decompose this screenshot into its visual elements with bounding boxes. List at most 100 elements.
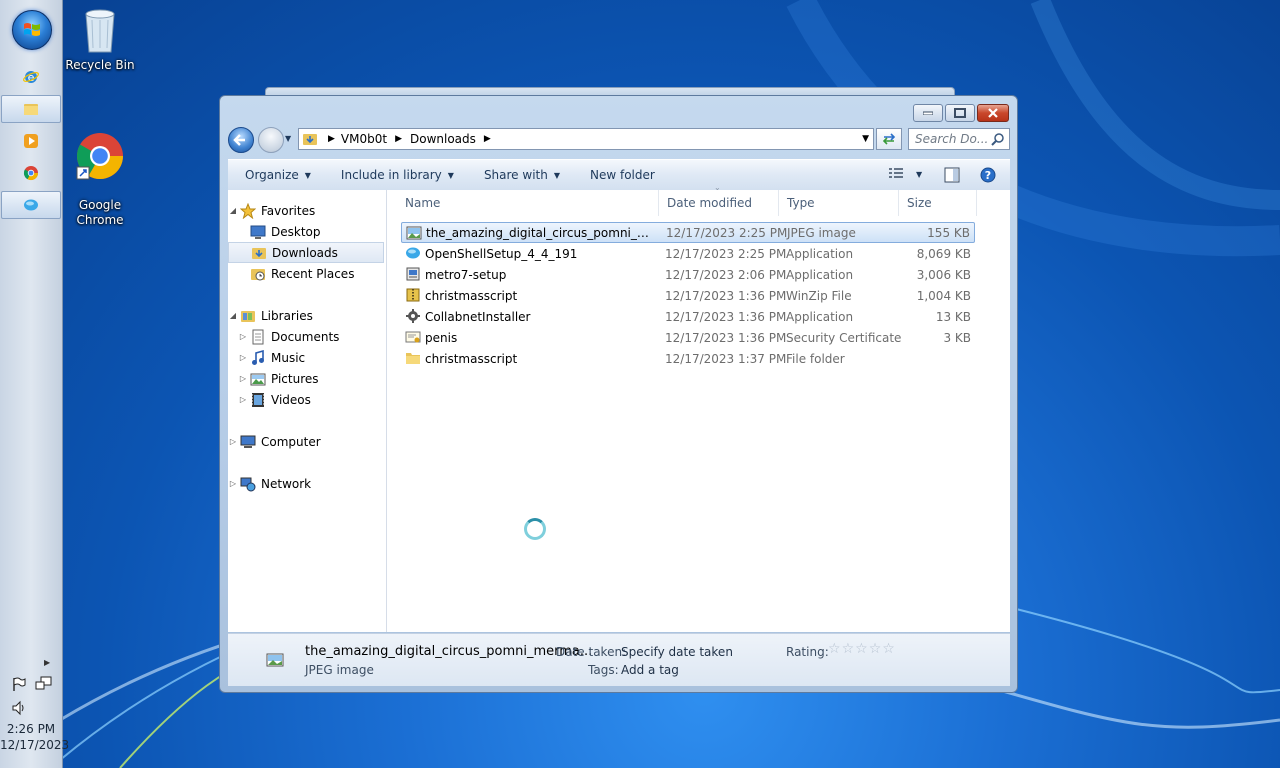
help-icon: ? — [980, 167, 996, 183]
nav-videos[interactable]: ▷ Videos — [228, 389, 394, 410]
file-row[interactable]: metro7-setup 12/17/2023 2:06 PM Applicat… — [401, 264, 975, 285]
file-row[interactable]: the_amazing_digital_circus_pomni_mer... … — [401, 222, 975, 243]
rating-star-icon[interactable]: ☆ — [842, 641, 855, 657]
taskbar: e ▶ 2:26 PM 12/17/2023 — [0, 0, 69, 768]
expand-toggle-icon[interactable]: ▷ — [238, 395, 248, 404]
file-row[interactable]: penis 12/17/2023 1:36 PM Security Certif… — [401, 327, 975, 348]
clock-time[interactable]: 2:26 PM — [0, 722, 62, 736]
forward-button[interactable] — [258, 127, 284, 153]
file-row[interactable]: CollabnetInstaller 12/17/2023 1:36 PM Ap… — [401, 306, 975, 327]
column-header-date-modified[interactable]: Date modified — [659, 190, 779, 216]
tags-value[interactable]: Add a tag — [621, 663, 679, 677]
expand-toggle-icon[interactable]: ▷ — [228, 479, 238, 488]
expand-toggle-icon[interactable]: ▷ — [238, 353, 248, 362]
rating-star-icon[interactable]: ☆ — [869, 641, 882, 657]
file-date: 12/17/2023 1:36 PM — [665, 288, 787, 303]
rating-stars[interactable]: ☆☆☆☆☆ — [828, 641, 896, 657]
maximize-button[interactable] — [945, 104, 975, 122]
breadcrumb-chevron-icon[interactable]: ▶ — [395, 134, 402, 144]
clock-date[interactable]: 12/17/2023 — [0, 738, 69, 752]
preview-pane-button[interactable] — [944, 167, 960, 186]
nav-music[interactable]: ▷ Music — [228, 347, 394, 368]
nav-label: Pictures — [271, 371, 319, 386]
file-date: 12/17/2023 1:37 PM — [665, 351, 787, 366]
desktop-icon-recycle-bin[interactable]: Recycle Bin — [60, 6, 140, 73]
minimize-button[interactable] — [913, 104, 943, 122]
installer-icon — [406, 267, 420, 281]
date-taken-label: Date taken: — [556, 645, 627, 659]
recent-pages-chevron-icon[interactable]: ▼ — [285, 134, 291, 143]
file-size: 3 KB — [943, 330, 971, 345]
share-with-label: Share with — [483, 168, 548, 182]
nav-downloads[interactable]: Downloads — [228, 242, 384, 263]
nav-label: Computer — [261, 434, 321, 449]
breadcrumb-chevron-icon[interactable]: ▶ — [484, 134, 491, 144]
documents-icon — [252, 329, 264, 344]
expand-toggle-icon[interactable]: ▷ — [238, 332, 248, 341]
details-pane: the_amazing_digital_circus_pomni_merma..… — [228, 633, 1010, 686]
file-size: 13 KB — [935, 309, 971, 324]
breadcrumb-chevron-icon[interactable]: ▶ — [328, 134, 335, 144]
nav-recent-places[interactable]: Recent Places — [228, 263, 404, 284]
file-type: Application — [786, 309, 854, 324]
help-button[interactable]: ? — [980, 167, 996, 186]
change-view-button[interactable]: ▼ — [888, 167, 922, 181]
recycle-bin-icon — [85, 9, 115, 53]
file-row[interactable]: OpenShellSetup_4_4_191 12/17/2023 2:25 P… — [401, 243, 975, 264]
file-row[interactable]: christmasscript 12/17/2023 1:37 PM File … — [401, 348, 975, 369]
column-header-type[interactable]: Type — [779, 190, 899, 216]
close-button[interactable] — [977, 104, 1009, 122]
taskbar-internet-explorer[interactable]: e — [1, 63, 61, 91]
organize-menu-button[interactable]: Organize ▼ — [228, 160, 321, 190]
show-hidden-icons-icon[interactable]: ▶ — [44, 658, 50, 667]
refresh-button[interactable] — [876, 128, 902, 150]
nav-pictures[interactable]: ▷ Pictures — [228, 368, 394, 389]
taskbar-chrome[interactable] — [1, 159, 61, 187]
rating-star-icon[interactable]: ☆ — [828, 641, 841, 657]
nav-libraries[interactable]: ◢ Libraries — [228, 305, 384, 326]
breadcrumb-segment-downloads[interactable]: Downloads — [410, 132, 476, 146]
nav-documents[interactable]: ▷ Documents — [228, 326, 394, 347]
downloads-folder-icon — [303, 134, 317, 145]
file-name: christmasscript — [425, 351, 518, 366]
file-name: christmasscript — [425, 288, 518, 303]
nav-desktop[interactable]: Desktop — [228, 221, 404, 242]
expand-toggle-icon[interactable]: ▷ — [238, 374, 248, 383]
explorer-window: ▼ ▶ VM0b0t ▶ Downloads ▶ ▼ Search Do... … — [219, 95, 1018, 693]
busy-cursor-icon — [524, 518, 546, 540]
address-dropdown-icon[interactable]: ▼ — [862, 134, 869, 144]
expand-toggle-icon[interactable]: ◢ — [228, 311, 238, 320]
rating-star-icon[interactable]: ☆ — [855, 641, 868, 657]
desktop-icon-google-chrome[interactable]: Google Chrome — [60, 116, 140, 243]
column-header-name[interactable]: Name — [397, 190, 659, 216]
chevron-down-icon: ▼ — [553, 170, 560, 180]
libraries-icon — [241, 310, 255, 322]
network-icon[interactable] — [35, 676, 53, 692]
share-with-button[interactable]: Share with ▼ — [464, 160, 570, 190]
recent-places-icon — [251, 268, 265, 280]
nav-computer[interactable]: ▷ Computer — [228, 431, 384, 452]
back-button[interactable] — [228, 127, 254, 153]
expand-toggle-icon[interactable]: ◢ — [228, 206, 238, 215]
address-bar[interactable]: ▶ VM0b0t ▶ Downloads ▶ ▼ — [298, 128, 874, 150]
include-in-library-button[interactable]: Include in library ▼ — [321, 160, 464, 190]
expand-toggle-icon[interactable]: ▷ — [228, 437, 238, 446]
date-taken-value[interactable]: Specify date taken — [621, 645, 733, 659]
taskbar-explorer[interactable] — [1, 95, 61, 123]
file-size: 155 KB — [927, 225, 970, 240]
taskbar-media-player[interactable] — [1, 127, 61, 155]
nav-favorites[interactable]: ◢ Favorites — [228, 200, 384, 221]
column-header-size[interactable]: Size — [899, 190, 977, 216]
rating-star-icon[interactable]: ☆ — [882, 641, 895, 657]
volume-icon[interactable] — [11, 700, 27, 716]
breadcrumb-segment-user[interactable]: VM0b0t — [341, 132, 387, 146]
search-input[interactable]: Search Do... — [908, 128, 1010, 150]
nav-network[interactable]: ▷ Network — [228, 473, 384, 494]
action-center-flag-icon[interactable] — [11, 676, 27, 692]
file-row[interactable]: christmasscript 12/17/2023 1:36 PM WinZi… — [401, 285, 975, 306]
nav-label: Favorites — [261, 203, 316, 218]
new-folder-button[interactable]: New folder — [570, 160, 665, 190]
start-button[interactable] — [12, 10, 52, 50]
taskbar-openshell[interactable] — [1, 191, 61, 219]
restore-icon — [954, 108, 966, 118]
